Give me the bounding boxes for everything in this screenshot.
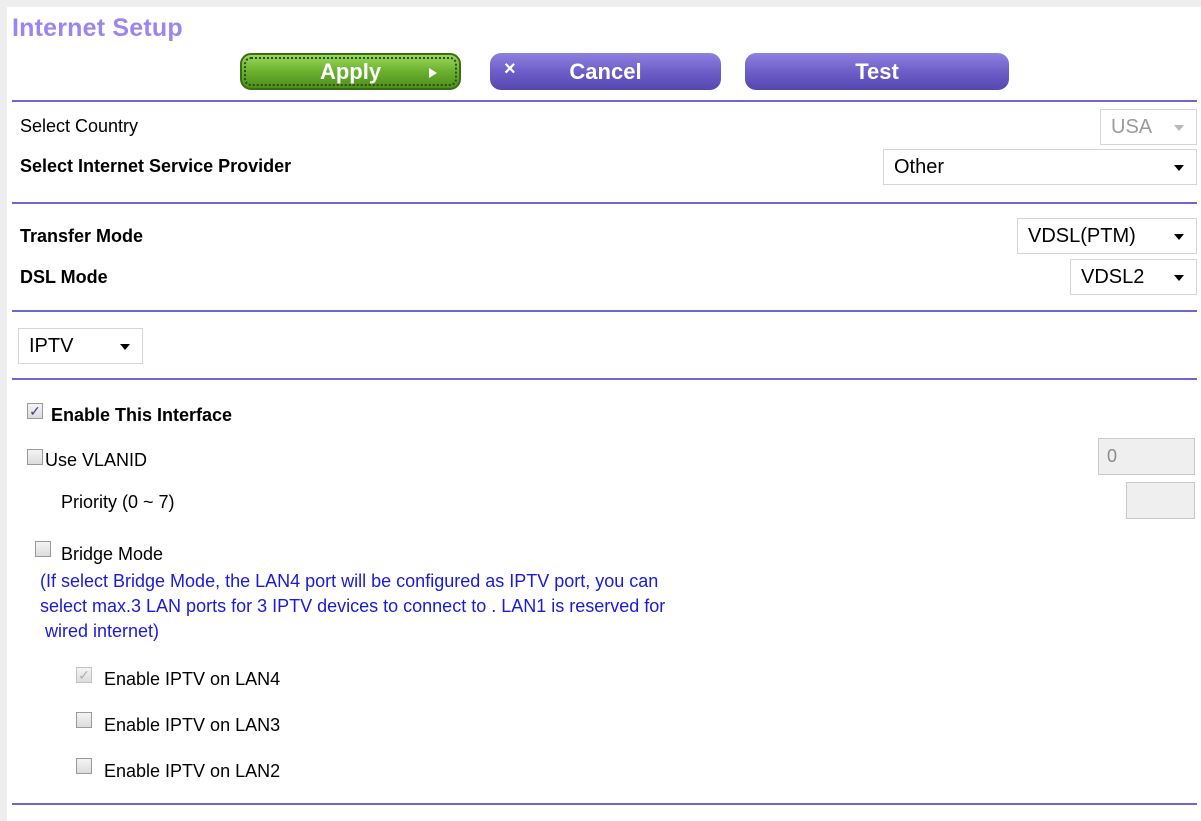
lan3-iptv-label: Enable IPTV on LAN3 — [104, 715, 281, 735]
service-select[interactable]: IPTV — [18, 328, 143, 364]
check-icon: ✓ — [29, 403, 41, 419]
transfer-mode-label: Transfer Mode — [20, 226, 144, 246]
divider — [12, 803, 1197, 805]
chevron-down-icon — [1174, 165, 1184, 171]
service-select-value: IPTV — [29, 334, 74, 357]
cancel-button[interactable]: × Cancel — [490, 53, 721, 90]
priority-input[interactable] — [1126, 482, 1195, 519]
divider — [12, 378, 1197, 380]
isp-select[interactable]: Other — [883, 149, 1197, 185]
bridge-mode-checkbox[interactable] — [35, 541, 51, 557]
use-vlanid-label: Use VLANID — [45, 450, 148, 470]
isp-select-value: Other — [894, 155, 945, 178]
divider — [12, 202, 1197, 204]
priority-label: Priority (0 ~ 7) — [61, 492, 175, 512]
chevron-down-icon — [1174, 234, 1184, 240]
lan3-iptv-checkbox[interactable] — [76, 712, 92, 728]
lan4-iptv-label: Enable IPTV on LAN4 — [104, 669, 281, 689]
dsl-mode-label: DSL Mode — [20, 267, 108, 287]
chevron-down-icon — [1174, 125, 1184, 131]
bridge-note-line: (If select Bridge Mode, the LAN4 port wi… — [40, 571, 659, 591]
close-icon: × — [504, 58, 516, 80]
divider — [12, 310, 1197, 312]
page-title: Internet Setup — [12, 14, 183, 42]
country-select[interactable]: USA — [1100, 109, 1197, 145]
divider — [12, 100, 1197, 102]
lan2-iptv-label: Enable IPTV on LAN2 — [104, 761, 281, 781]
window-frame-top — [0, 0, 1201, 7]
transfer-mode-value: VDSL(PTM) — [1028, 224, 1136, 247]
vlanid-input-value: 0 — [1107, 446, 1118, 466]
apply-button[interactable]: Apply — [240, 53, 461, 90]
chevron-down-icon — [1174, 275, 1184, 281]
dsl-mode-value: VDSL2 — [1081, 265, 1145, 288]
bridge-note-line: select max.3 LAN ports for 3 IPTV device… — [40, 596, 666, 616]
transfer-mode-select[interactable]: VDSL(PTM) — [1017, 218, 1197, 254]
use-vlanid-checkbox[interactable] — [27, 449, 43, 465]
country-select-value: USA — [1111, 115, 1153, 138]
country-label: Select Country — [20, 116, 139, 136]
bridge-note-line: wired internet) — [40, 621, 160, 641]
bridge-mode-note: (If select Bridge Mode, the LAN4 port wi… — [40, 569, 830, 644]
test-button-label: Test — [855, 58, 899, 84]
bridge-mode-label: Bridge Mode — [61, 544, 164, 564]
check-icon: ✓ — [78, 667, 90, 683]
dsl-mode-select[interactable]: VDSL2 — [1070, 259, 1197, 295]
enable-interface-checkbox[interactable]: ✓ — [27, 403, 43, 419]
vlanid-input[interactable]: 0 — [1098, 438, 1195, 475]
lan2-iptv-checkbox[interactable] — [76, 758, 92, 774]
test-button[interactable]: Test — [745, 53, 1009, 90]
cancel-button-label: Cancel — [569, 58, 642, 84]
play-arrow-icon — [429, 68, 437, 78]
window-frame-left — [0, 0, 7, 821]
apply-button-label: Apply — [319, 58, 382, 84]
enable-interface-label: Enable This Interface — [51, 405, 233, 425]
isp-label: Select Internet Service Provider — [20, 156, 292, 176]
chevron-down-icon — [120, 344, 130, 350]
lan4-iptv-checkbox[interactable]: ✓ — [76, 667, 92, 683]
